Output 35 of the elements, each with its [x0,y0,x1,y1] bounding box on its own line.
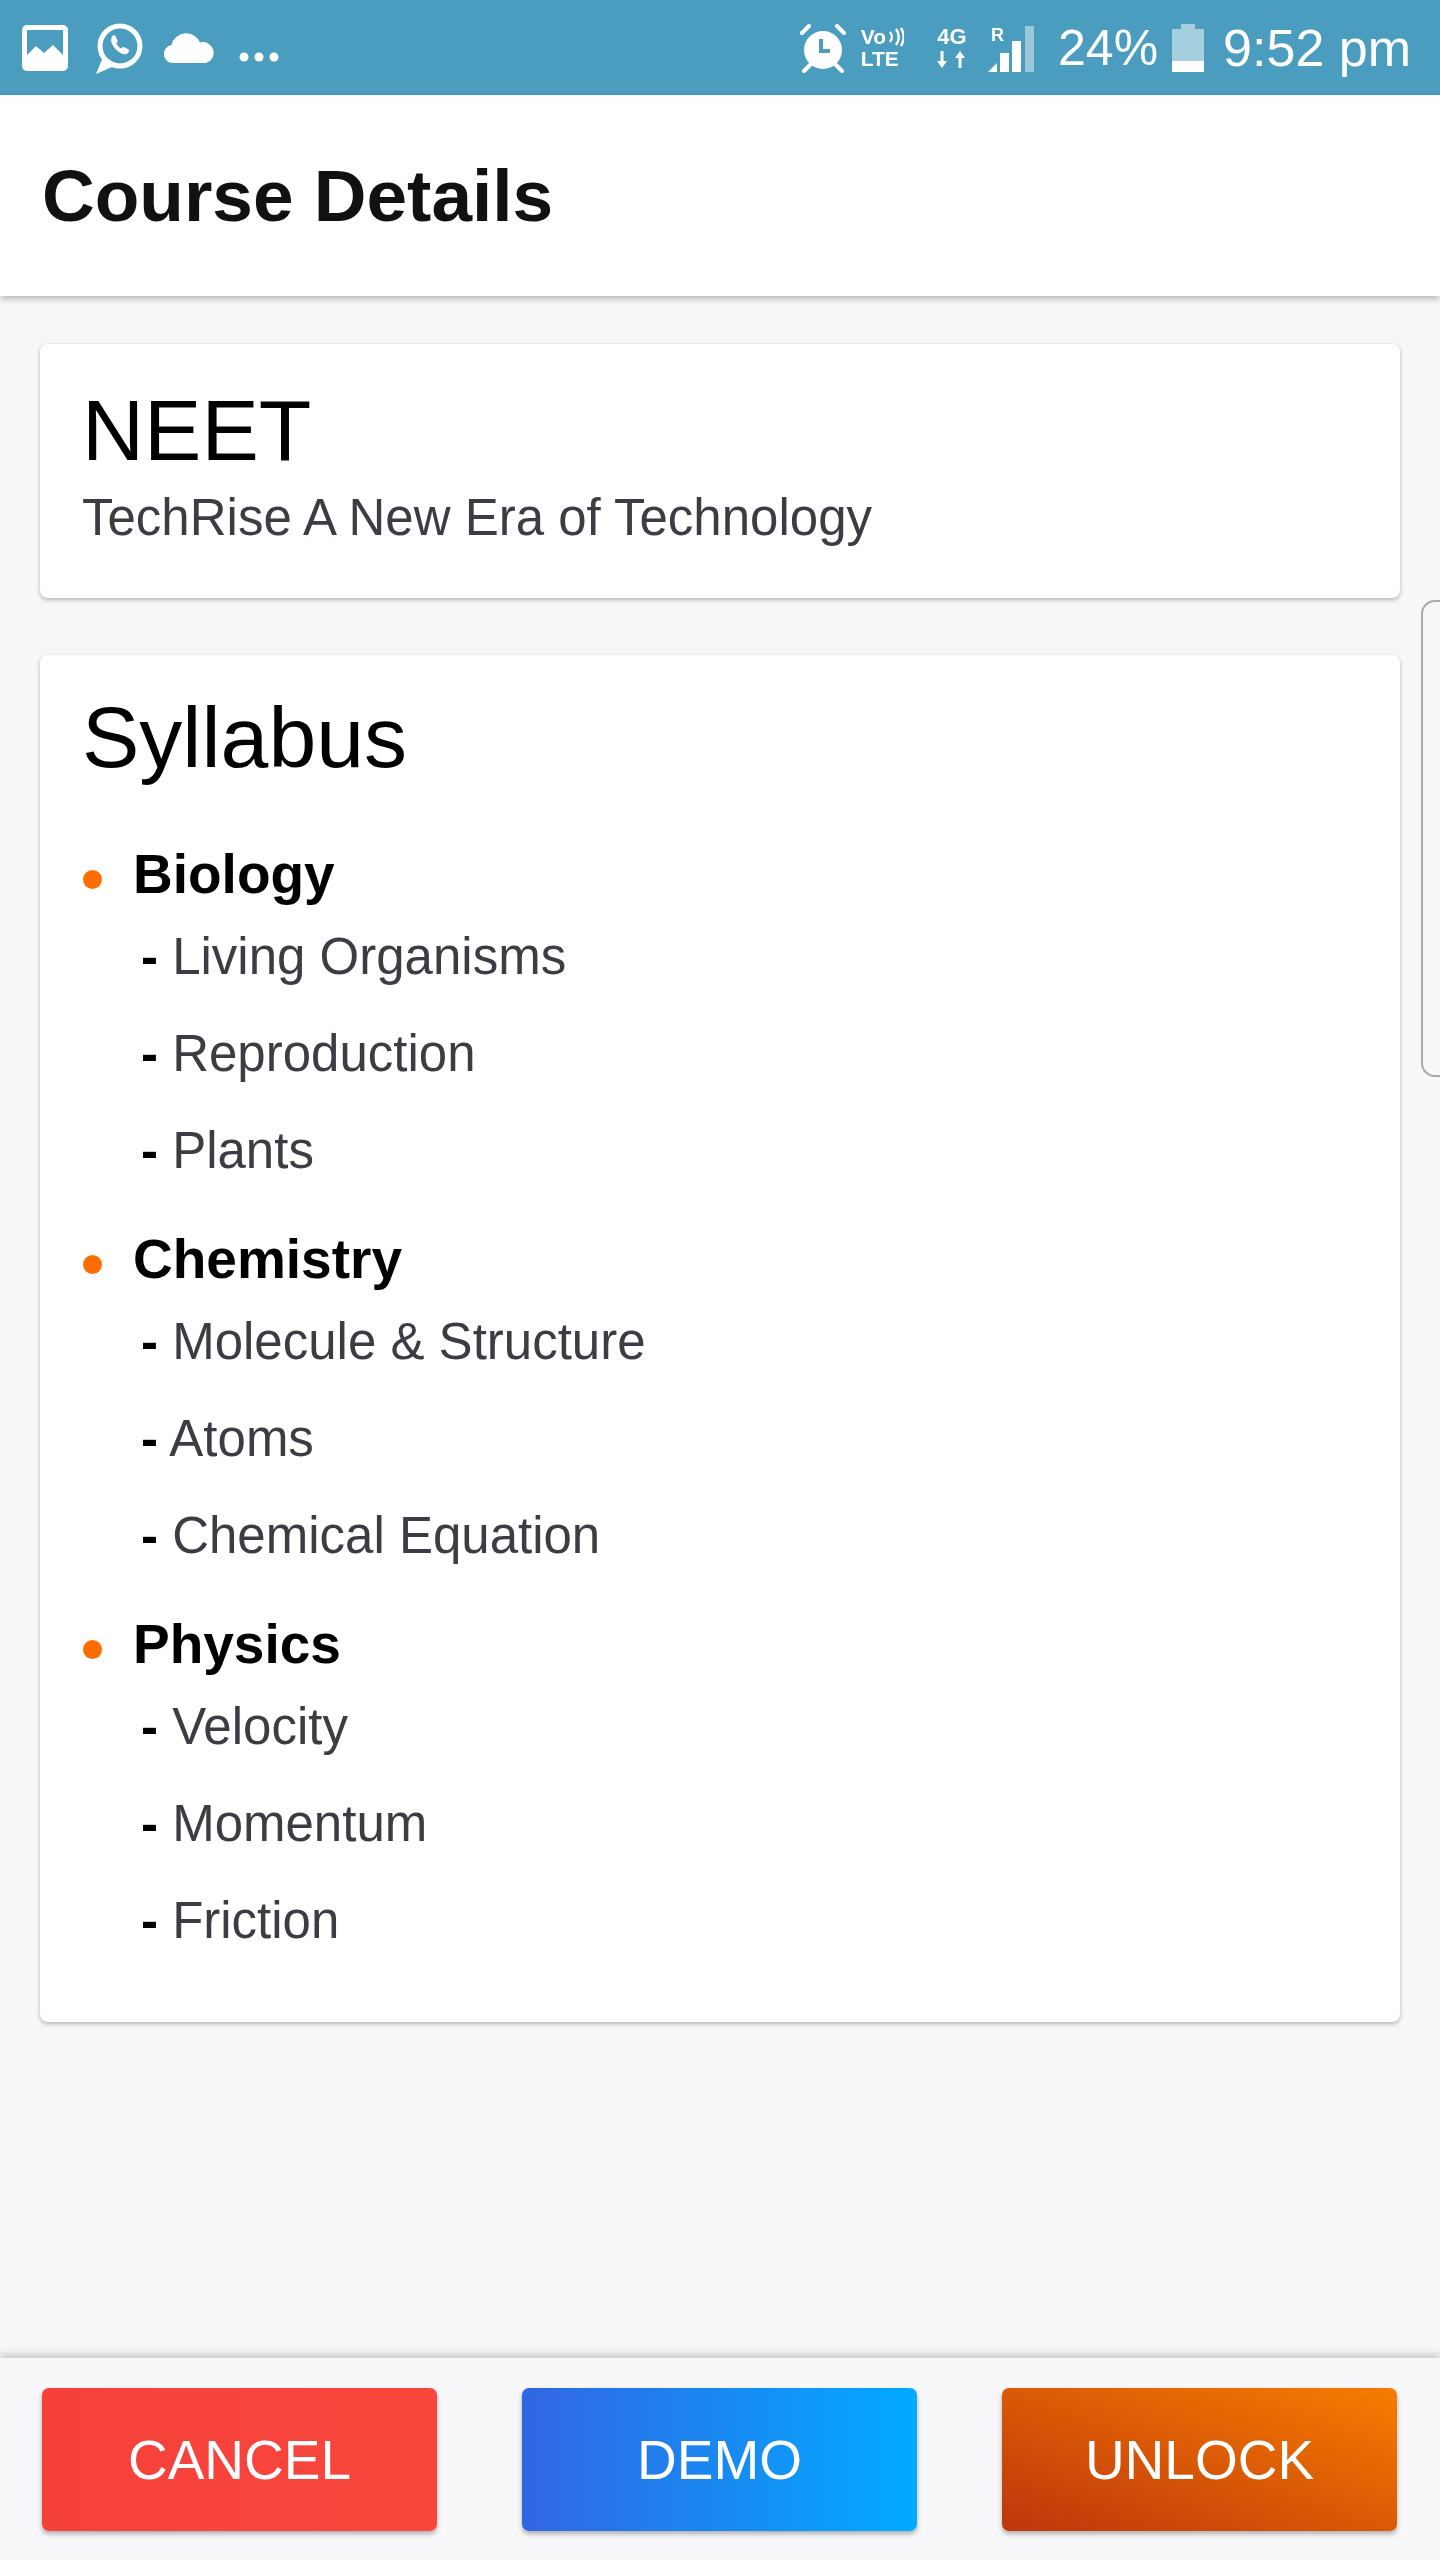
syllabus-title: Syllabus [82,688,408,787]
cloud-icon [164,32,216,63]
network-type-label: 4G [937,27,967,47]
signal-waves-icon [888,26,905,47]
bullet-icon [83,869,102,889]
course-provider: TechRise A New Era of Technology [82,488,872,548]
topic-item: - Chemical Equation [141,1506,601,1566]
subject-heading: Biology [133,842,335,907]
course-name: NEET [82,381,312,480]
topic-item: - Momentum [141,1794,428,1854]
demo-button[interactable]: DEMO [522,2388,917,2531]
edge-panel-handle[interactable] [1421,600,1440,1077]
image-icon [22,24,68,71]
lte-label: LTE [860,47,900,70]
bullet-icon [83,1639,102,1659]
unlock-button[interactable]: UNLOCK [1002,2388,1397,2531]
subject-heading: Chemistry [133,1227,402,1292]
roaming-label: R [991,26,1005,43]
battery-icon [1172,23,1205,72]
topic-item: - Atoms [141,1409,314,1469]
more-icon [239,51,279,62]
bullet-icon [83,1254,102,1274]
topic-item: - Living Organisms [141,927,567,987]
battery-percent: 24% [1058,21,1159,74]
topic-item: - Plants [141,1121,314,1181]
clock-time: 9:52 pm [1223,20,1411,75]
topic-item: - Molecule & Structure [141,1312,646,1372]
topic-item: - Reproduction [141,1024,476,1084]
topic-item: - Friction [141,1891,340,1951]
topic-item: - Velocity [141,1697,348,1757]
volte-label: Vo [860,25,887,48]
alarm-clock-icon [798,22,847,73]
cancel-button[interactable]: CANCEL [42,2388,437,2531]
page-title: Course Details [42,153,554,238]
subject-heading: Physics [133,1612,341,1677]
